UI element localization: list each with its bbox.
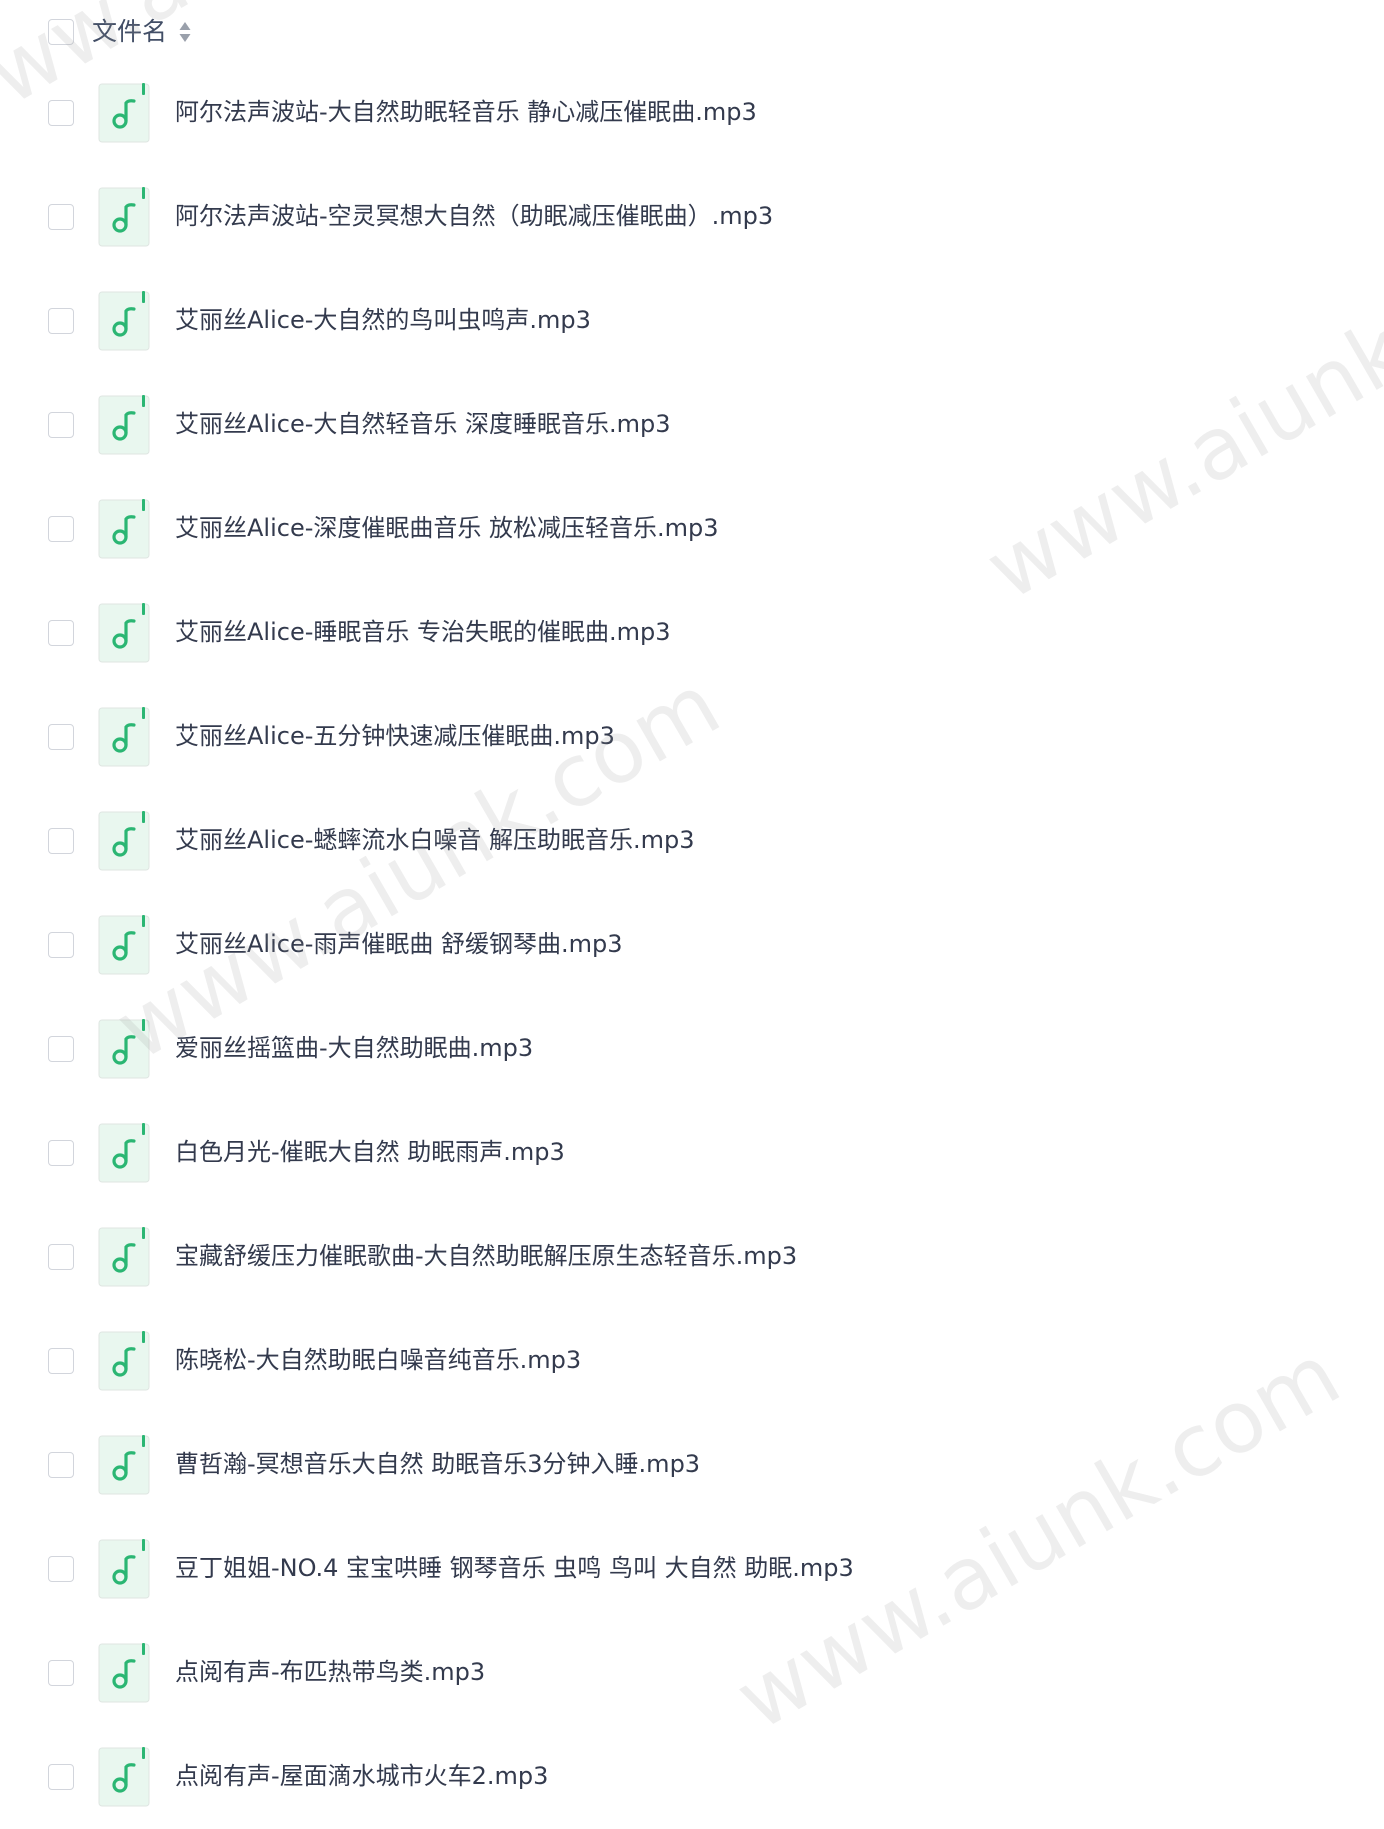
file-name[interactable]: 艾丽丝Alice-深度催眠曲音乐 放松减压轻音乐.mp3	[175, 511, 719, 545]
row-checkbox[interactable]	[48, 1556, 74, 1582]
music-file-icon	[98, 915, 150, 975]
music-file-icon	[98, 1331, 150, 1391]
file-row[interactable]: 爱丽丝摇篮曲-大自然助眠曲.mp3	[0, 997, 1384, 1101]
file-name[interactable]: 阿尔法声波站-空灵冥想大自然（助眠减压催眠曲）.mp3	[175, 199, 773, 233]
music-file-icon	[98, 603, 150, 663]
row-checkbox[interactable]	[48, 1660, 74, 1686]
row-checkbox[interactable]	[48, 516, 74, 542]
file-row[interactable]: 艾丽丝Alice-蟋蟀流水白噪音 解压助眠音乐.mp3	[0, 789, 1384, 893]
row-checkbox[interactable]	[48, 1140, 74, 1166]
file-name[interactable]: 艾丽丝Alice-睡眠音乐 专治失眠的催眠曲.mp3	[175, 615, 671, 649]
select-all-checkbox[interactable]	[48, 19, 74, 45]
list-header: 文件名	[0, 0, 1384, 64]
row-checkbox[interactable]	[48, 828, 74, 854]
music-file-icon	[98, 187, 150, 247]
row-checkbox[interactable]	[48, 308, 74, 334]
file-name[interactable]: 豆丁姐姐-NO.4 宝宝哄睡 钢琴音乐 虫鸣 鸟叫 大自然 助眠.mp3	[175, 1551, 854, 1585]
music-file-icon	[98, 83, 150, 143]
file-name[interactable]: 点阅有声-屋面滴水城市火车2.mp3	[175, 1759, 548, 1793]
row-checkbox[interactable]	[48, 1764, 74, 1790]
file-name[interactable]: 宝藏舒缓压力催眠歌曲-大自然助眠解压原生态轻音乐.mp3	[175, 1239, 797, 1273]
column-header-filename[interactable]: 文件名	[92, 15, 167, 49]
file-name[interactable]: 点阅有声-布匹热带鸟类.mp3	[175, 1655, 485, 1689]
music-file-icon	[98, 1435, 150, 1495]
row-checkbox[interactable]	[48, 724, 74, 750]
file-name[interactable]: 爱丽丝摇篮曲-大自然助眠曲.mp3	[175, 1031, 533, 1065]
row-checkbox[interactable]	[48, 1244, 74, 1270]
file-list: 文件名 阿尔法声波站-大自然助眠轻音乐 静心减压催眠曲.mp3 阿尔法声波站-空灵…	[0, 0, 1384, 1807]
file-row[interactable]: 点阅有声-布匹热带鸟类.mp3	[0, 1621, 1384, 1725]
file-row[interactable]: 宝藏舒缓压力催眠歌曲-大自然助眠解压原生态轻音乐.mp3	[0, 1205, 1384, 1309]
file-name[interactable]: 艾丽丝Alice-雨声催眠曲 舒缓钢琴曲.mp3	[175, 927, 623, 961]
file-name[interactable]: 艾丽丝Alice-蟋蟀流水白噪音 解压助眠音乐.mp3	[175, 823, 695, 857]
file-name[interactable]: 曹哲瀚-冥想音乐大自然 助眠音乐3分钟入睡.mp3	[175, 1447, 700, 1481]
file-name[interactable]: 阿尔法声波站-大自然助眠轻音乐 静心减压催眠曲.mp3	[175, 95, 757, 129]
file-row[interactable]: 阿尔法声波站-空灵冥想大自然（助眠减压催眠曲）.mp3	[0, 165, 1384, 269]
row-checkbox[interactable]	[48, 620, 74, 646]
file-row[interactable]: 艾丽丝Alice-雨声催眠曲 舒缓钢琴曲.mp3	[0, 893, 1384, 997]
file-row[interactable]: 豆丁姐姐-NO.4 宝宝哄睡 钢琴音乐 虫鸣 鸟叫 大自然 助眠.mp3	[0, 1517, 1384, 1621]
row-checkbox[interactable]	[48, 932, 74, 958]
file-row[interactable]: 艾丽丝Alice-大自然的鸟叫虫鸣声.mp3	[0, 269, 1384, 373]
row-checkbox[interactable]	[48, 204, 74, 230]
row-checkbox[interactable]	[48, 1452, 74, 1478]
music-file-icon	[98, 1643, 150, 1703]
sort-icon[interactable]	[178, 20, 192, 44]
row-checkbox[interactable]	[48, 100, 74, 126]
music-file-icon	[98, 1539, 150, 1599]
file-row[interactable]: 曹哲瀚-冥想音乐大自然 助眠音乐3分钟入睡.mp3	[0, 1413, 1384, 1517]
file-row[interactable]: 艾丽丝Alice-睡眠音乐 专治失眠的催眠曲.mp3	[0, 581, 1384, 685]
music-file-icon	[98, 1123, 150, 1183]
file-row[interactable]: 艾丽丝Alice-五分钟快速减压催眠曲.mp3	[0, 685, 1384, 789]
file-name[interactable]: 艾丽丝Alice-大自然的鸟叫虫鸣声.mp3	[175, 303, 591, 337]
file-row[interactable]: 艾丽丝Alice-深度催眠曲音乐 放松减压轻音乐.mp3	[0, 477, 1384, 581]
file-row[interactable]: 艾丽丝Alice-大自然轻音乐 深度睡眠音乐.mp3	[0, 373, 1384, 477]
music-file-icon	[98, 291, 150, 351]
music-file-icon	[98, 1747, 150, 1807]
music-file-icon	[98, 1019, 150, 1079]
music-file-icon	[98, 499, 150, 559]
row-checkbox[interactable]	[48, 1036, 74, 1062]
file-name[interactable]: 艾丽丝Alice-大自然轻音乐 深度睡眠音乐.mp3	[175, 407, 671, 441]
row-checkbox[interactable]	[48, 412, 74, 438]
file-row[interactable]: 阿尔法声波站-大自然助眠轻音乐 静心减压催眠曲.mp3	[0, 61, 1384, 165]
music-file-icon	[98, 395, 150, 455]
file-row[interactable]: 陈晓松-大自然助眠白噪音纯音乐.mp3	[0, 1309, 1384, 1413]
music-file-icon	[98, 707, 150, 767]
file-name[interactable]: 白色月光-催眠大自然 助眠雨声.mp3	[175, 1135, 565, 1169]
row-checkbox[interactable]	[48, 1348, 74, 1374]
file-name[interactable]: 陈晓松-大自然助眠白噪音纯音乐.mp3	[175, 1343, 581, 1377]
music-file-icon	[98, 811, 150, 871]
music-file-icon	[98, 1227, 150, 1287]
file-name[interactable]: 艾丽丝Alice-五分钟快速减压催眠曲.mp3	[175, 719, 615, 753]
file-row[interactable]: 白色月光-催眠大自然 助眠雨声.mp3	[0, 1101, 1384, 1205]
file-row[interactable]: 点阅有声-屋面滴水城市火车2.mp3	[0, 1725, 1384, 1829]
